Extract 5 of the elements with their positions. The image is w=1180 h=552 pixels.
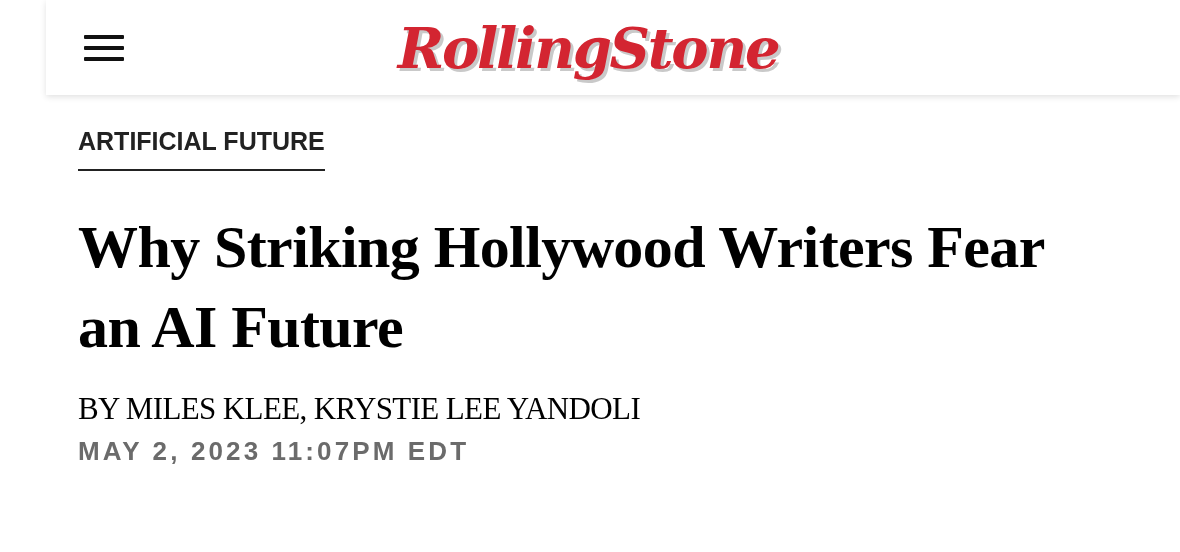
category-link[interactable]: ARTIFICIAL FUTURE (78, 127, 325, 155)
byline: BY MILES KLEE, KRYSTIE LEE YANDOLI (78, 393, 642, 424)
menu-icon (84, 32, 124, 63)
article-headline: Why Striking Hollywood Writers Fear an AI Future (78, 213, 1045, 362)
publish-date: MAY 2, 2023 11:07PM EDT (78, 438, 471, 464)
